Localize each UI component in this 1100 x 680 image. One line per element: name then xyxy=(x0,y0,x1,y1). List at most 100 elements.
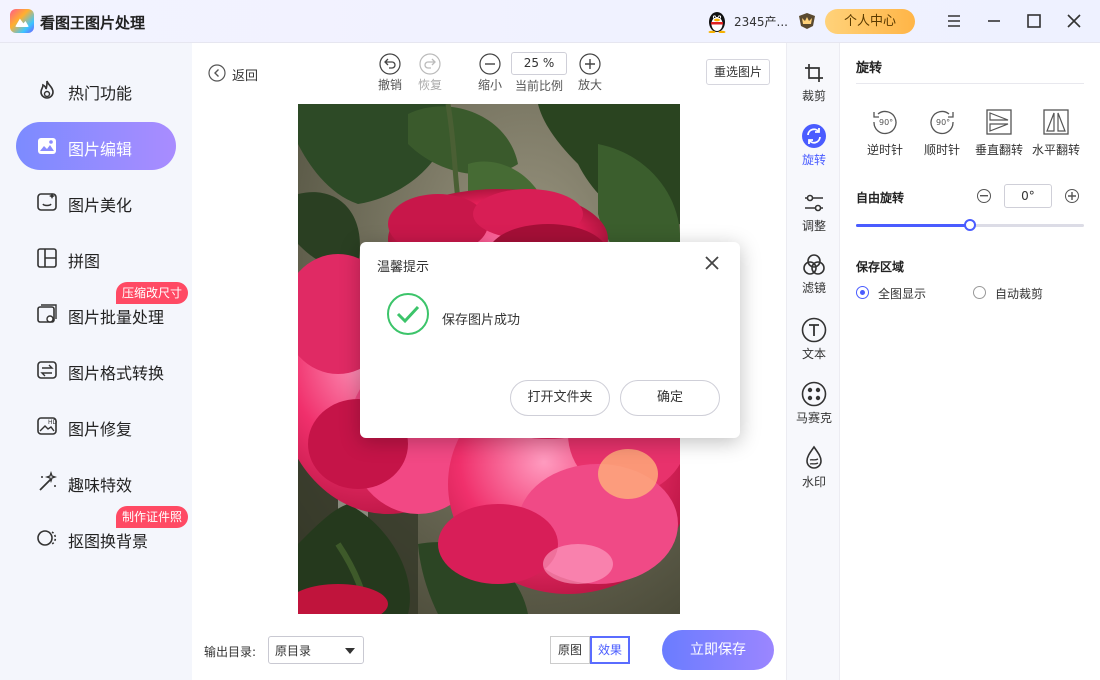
sidebar: 热门功能 图片编辑 图片美化 拼图 图片批量处理 压缩改尺寸 图片格式转换 HD… xyxy=(0,43,192,680)
close-window-icon[interactable] xyxy=(1064,11,1084,31)
zoom-in-button[interactable]: 放大 xyxy=(570,53,610,93)
sidebar-item-label: 趣味特效 xyxy=(68,476,133,495)
flip-horizontal-button[interactable]: 水平翻转 xyxy=(1027,107,1085,158)
minimize-icon[interactable] xyxy=(984,11,1004,31)
image-beautify-icon xyxy=(37,193,57,211)
undo-label: 撤销 xyxy=(377,78,402,92)
radio-label: 自动裁剪 xyxy=(995,287,1044,301)
sidebar-item-convert[interactable]: 图片格式转换 xyxy=(16,346,176,394)
rotate-ccw-icon: 90° xyxy=(873,110,897,135)
rotate-ccw-label: 逆时针 xyxy=(866,143,903,157)
radio-dot xyxy=(856,286,869,299)
filter-circles-icon xyxy=(803,254,825,275)
original-view-button[interactable]: 原图 xyxy=(550,636,590,664)
zoom-input[interactable]: 25 % xyxy=(511,52,567,75)
effect-view-button[interactable]: 效果 xyxy=(590,636,630,664)
ok-button[interactable]: 确定 xyxy=(620,380,720,416)
rail-item-label: 水印 xyxy=(801,475,826,489)
title-bar: 看图王图片处理 2345产... 个人中心 xyxy=(0,0,1100,43)
degree-input[interactable]: 0° xyxy=(1004,184,1052,208)
flip-vertical-icon xyxy=(986,109,1012,135)
magic-wand-icon xyxy=(39,471,58,491)
sidebar-item-label: 图片批量处理 xyxy=(68,308,165,327)
success-check-icon xyxy=(387,293,429,335)
vip-crown-icon[interactable] xyxy=(797,12,817,30)
output-dir-value: 原目录 xyxy=(275,644,312,658)
redo-button[interactable]: 恢复 xyxy=(410,53,450,93)
zoom-label: 当前比例 xyxy=(514,79,563,93)
output-dir-select[interactable]: 原目录 xyxy=(268,636,364,664)
degree-plus-button[interactable] xyxy=(1065,189,1079,203)
sidebar-item-beautify[interactable]: 图片美化 xyxy=(16,178,176,226)
rotate-cw-label: 顺时针 xyxy=(923,143,960,157)
mosaic-icon xyxy=(801,381,827,407)
dialog-message: 保存图片成功 xyxy=(442,313,521,328)
menu-icon[interactable] xyxy=(944,11,964,31)
watermark-drop-icon xyxy=(806,445,822,469)
flip-horizontal-icon xyxy=(1043,109,1069,135)
degree-minus-button[interactable] xyxy=(977,189,991,203)
plus-circle-icon xyxy=(579,53,601,75)
free-rotate-title: 自由旋转 xyxy=(856,191,905,205)
flip-vertical-button[interactable]: 垂直翻转 xyxy=(970,107,1028,158)
reselect-image-button[interactable]: 重选图片 xyxy=(706,59,770,85)
rail-item-label: 裁剪 xyxy=(801,89,826,103)
undo-button[interactable]: 撤销 xyxy=(370,53,410,93)
flip-vertical-label: 垂直翻转 xyxy=(974,143,1023,157)
rotate-slider-track[interactable] xyxy=(856,219,1084,231)
user-name[interactable]: 2345产... xyxy=(734,13,788,30)
sidebar-item-label: 抠图换背景 xyxy=(68,532,149,551)
rotate-cw-degrees: 90° xyxy=(936,118,950,127)
zoom-in-label: 放大 xyxy=(577,78,602,92)
rail-item-rotate[interactable]: 旋转 xyxy=(787,123,841,168)
app-title: 看图王图片处理 xyxy=(40,14,146,32)
back-label: 返回 xyxy=(232,69,259,84)
batch-promo-badge: 压缩改尺寸 xyxy=(116,282,189,304)
rail-item-watermark[interactable]: 水印 xyxy=(787,445,841,490)
zoom-out-button[interactable]: 缩小 xyxy=(470,53,510,93)
rail-item-mosaic[interactable]: 马赛克 xyxy=(787,381,841,426)
save-success-dialog: 温馨提示 保存图片成功 打开文件夹 确定 xyxy=(360,242,740,438)
rail-item-crop[interactable]: 裁剪 xyxy=(787,61,841,104)
sidebar-item-hot[interactable]: 热门功能 xyxy=(16,66,176,114)
rail-item-label: 马赛克 xyxy=(795,411,832,425)
cutout-promo-badge: 制作证件照 xyxy=(116,506,189,528)
maximize-icon[interactable] xyxy=(1024,11,1044,31)
save-area-title: 保存区域 xyxy=(856,260,905,274)
chevron-down-icon xyxy=(345,648,355,654)
sidebar-item-image-edit[interactable]: 图片编辑 xyxy=(16,122,176,170)
rotate-ccw-degrees: 90° xyxy=(879,118,893,127)
rail-item-filter[interactable]: 滤镜 xyxy=(787,253,841,296)
crop-icon xyxy=(805,64,823,82)
sidebar-item-fun-effects[interactable]: 趣味特效 xyxy=(16,458,176,506)
open-folder-button[interactable]: 打开文件夹 xyxy=(510,380,610,416)
rotate-slider-thumb[interactable] xyxy=(964,219,976,231)
rail-item-text[interactable]: 文本 xyxy=(787,317,841,362)
svg-text:HD: HD xyxy=(48,419,58,426)
sidebar-item-label: 图片美化 xyxy=(68,196,133,215)
user-center-button[interactable]: 个人中心 xyxy=(825,9,915,34)
zoom-out-label: 缩小 xyxy=(477,78,502,92)
sidebar-item-collage[interactable]: 拼图 xyxy=(16,234,176,282)
close-icon[interactable] xyxy=(703,254,721,272)
dialog-title: 温馨提示 xyxy=(377,260,430,275)
save-now-button[interactable]: 立即保存 xyxy=(662,630,774,670)
plus-icon xyxy=(1068,192,1076,200)
sidebar-item-label: 热门功能 xyxy=(68,84,133,103)
back-arrow-icon xyxy=(208,64,226,82)
sidebar-item-repair[interactable]: HD 图片修复 xyxy=(16,402,176,450)
rail-item-label: 文本 xyxy=(801,347,826,361)
rotate-cw-button[interactable]: 90° 顺时针 xyxy=(913,107,971,158)
rail-item-adjust[interactable]: 调整 xyxy=(787,191,841,234)
text-icon xyxy=(801,317,827,343)
rotate-cw-icon: 90° xyxy=(930,110,954,135)
sidebar-item-label: 图片修复 xyxy=(68,420,133,439)
rail-item-label: 旋转 xyxy=(801,153,826,167)
collage-icon xyxy=(37,248,57,268)
sliders-icon xyxy=(805,194,823,212)
qq-penguin-icon[interactable] xyxy=(706,9,728,33)
rotate-ccw-button[interactable]: 90° 逆时针 xyxy=(856,107,914,158)
redo-label: 恢复 xyxy=(417,78,442,92)
radio-label: 全图显示 xyxy=(878,287,927,301)
panel-title: 旋转 xyxy=(856,61,883,76)
